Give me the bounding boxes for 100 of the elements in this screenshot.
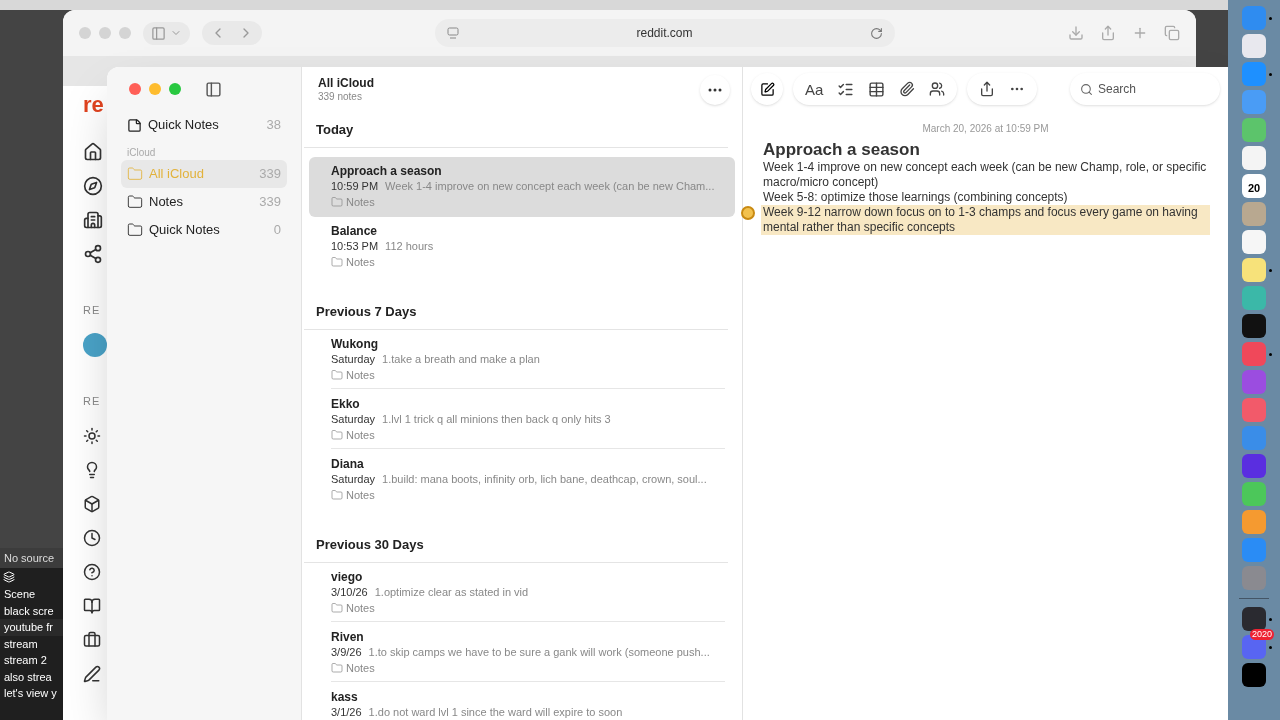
- app-icon[interactable]: [1242, 314, 1266, 338]
- download-icon[interactable]: [1068, 25, 1084, 41]
- scene-item[interactable]: stream: [4, 637, 38, 650]
- note-paragraph: Week 9-12 narrow down focus on to 1-3 champs and focus every game on having mental rather than specific concepts: [761, 205, 1210, 235]
- app-icon[interactable]: [1242, 607, 1266, 631]
- note-folder: Notes: [346, 601, 375, 616]
- collaborate-icon[interactable]: [929, 81, 946, 97]
- new-tab-icon[interactable]: [1132, 25, 1148, 41]
- note-preview: 112 hours: [385, 239, 434, 254]
- note-folder: Notes: [346, 488, 375, 503]
- scene-item[interactable]: also strea: [4, 670, 52, 683]
- close-button[interactable]: [79, 27, 91, 39]
- book-icon[interactable]: [83, 597, 101, 615]
- minimize-button[interactable]: [149, 83, 161, 95]
- folder-icon: [127, 194, 143, 210]
- address-bar[interactable]: reddit.com: [435, 19, 895, 47]
- note-row[interactable]: Approach a season 10:59 PM Week 1-4 improve on new concept each week (can be new Cham... Notes: [309, 157, 735, 217]
- note-title: Diana: [331, 456, 365, 472]
- share-icon[interactable]: [83, 244, 103, 264]
- pen-icon[interactable]: [83, 665, 101, 683]
- app-icon[interactable]: [1242, 146, 1266, 170]
- compose-icon: [759, 81, 775, 97]
- note-title: Wukong: [331, 336, 380, 352]
- help-icon[interactable]: [83, 563, 101, 581]
- briefcase-icon[interactable]: [83, 631, 101, 649]
- avatar-icon: [83, 332, 107, 357]
- app-icon[interactable]: 20: [1242, 174, 1266, 198]
- note-title: Ekko: [331, 396, 361, 412]
- compose-button[interactable]: [751, 73, 783, 105]
- note-row[interactable]: Riven 3/9/26 1.to skip camps we have to be sure a gank will work (someone push... Notes: [309, 623, 735, 683]
- minimize-button[interactable]: [99, 27, 111, 39]
- sidebar-item[interactable]: Quick Notes 38: [121, 111, 287, 139]
- note-folder: Notes: [346, 428, 375, 443]
- scene-item[interactable]: Scene: [4, 588, 36, 600]
- note-row[interactable]: kass 3/1/26 1.do not ward lvl 1 since the ward will expire to soon: [309, 683, 735, 720]
- status-text: No source: [0, 548, 63, 568]
- folder-icon: [331, 662, 343, 674]
- note-heading: Approach a season: [763, 140, 921, 160]
- folder-icon: [331, 602, 343, 614]
- section-label: RE: [83, 303, 101, 318]
- zoom-button[interactable]: [169, 83, 181, 95]
- note-date: 3/1/26: [331, 705, 362, 720]
- site-logo: re: [83, 94, 104, 116]
- section-label: RE: [83, 393, 101, 409]
- clock-icon[interactable]: [83, 529, 101, 547]
- format-button[interactable]: Aa: [805, 81, 824, 97]
- more-icon: [708, 87, 722, 92]
- more-button[interactable]: [700, 74, 730, 105]
- sidebar-icon[interactable]: [151, 25, 166, 41]
- scene-item[interactable]: let's view y: [4, 687, 57, 699]
- note-preview: 1.take a breath and make a plan: [382, 352, 540, 367]
- note-timestamp: March 20, 2026 at 10:59 PM: [921, 122, 1050, 136]
- note-folder: Notes: [346, 195, 375, 210]
- close-button[interactable]: [129, 83, 141, 95]
- notification-badge: 2020: [1250, 629, 1275, 640]
- folder-icon: [127, 222, 143, 238]
- building-icon[interactable]: [83, 210, 103, 230]
- note-title: viego: [331, 569, 364, 585]
- sidebar-toggle-icon[interactable]: [205, 80, 222, 98]
- attachment-icon[interactable]: [899, 81, 916, 97]
- note-row[interactable]: Wukong Saturday 1.take a breath and make a plan Notes: [309, 330, 735, 390]
- note-row[interactable]: Diana Saturday 1.build: mana boots, infinity orb, lich bane, deathcap, crown, soul... Notes: [309, 450, 735, 510]
- app-icon[interactable]: [1242, 34, 1266, 58]
- note-date: Saturday: [331, 472, 376, 487]
- app-icon[interactable]: [1242, 258, 1266, 282]
- note-preview: 1.lvl 1 trick q all minions then back q only hits 3: [382, 412, 611, 427]
- sidebar-item[interactable]: Notes 339: [121, 188, 287, 216]
- cube-icon[interactable]: [83, 495, 101, 513]
- note-folder: Notes: [346, 661, 375, 676]
- note-count: 339 notes: [318, 91, 363, 103]
- note-row[interactable]: Balance 10:53 PM 112 hours Notes: [309, 217, 735, 277]
- home-icon[interactable]: [83, 142, 103, 162]
- folder-icon: [331, 256, 343, 268]
- tabs-icon[interactable]: [1164, 25, 1180, 41]
- sun-icon[interactable]: [83, 427, 101, 445]
- note-row[interactable]: Ekko Saturday 1.lvl 1 trick q all minions then back q only hits 3 Notes: [309, 390, 735, 450]
- note-title: kass: [331, 689, 359, 705]
- section-heading: Today: [316, 120, 354, 139]
- scene-icon: [3, 571, 15, 583]
- share-icon[interactable]: [979, 81, 996, 97]
- note-preview: 1.to skip camps we have to be sure a gank will work (someone push...: [368, 645, 710, 660]
- zoom-button[interactable]: [119, 27, 131, 39]
- note-row[interactable]: viego 3/10/26 1.optimize clear as stated in vid Notes: [309, 563, 735, 623]
- note-preview: 1.do not ward lvl 1 since the ward will expire to soon: [368, 705, 623, 720]
- note-preview: 1.optimize clear as stated in vid: [374, 585, 529, 600]
- search-field[interactable]: Search: [1070, 73, 1220, 105]
- reload-icon[interactable]: [870, 26, 883, 40]
- note-date: Saturday: [331, 352, 376, 367]
- note-paragraph: Week 5-8: optimize those learnings (combining concepts): [763, 190, 1069, 205]
- table-icon[interactable]: [868, 80, 886, 98]
- scene-item[interactable]: stream 2: [4, 654, 47, 666]
- app-icon[interactable]: [1242, 230, 1266, 254]
- section-heading: Previous 30 Days: [316, 535, 424, 554]
- app-icon[interactable]: [1242, 663, 1266, 687]
- note-date: 10:59 PM: [331, 179, 379, 194]
- sidebar-item[interactable]: Quick Notes 0: [121, 216, 287, 244]
- section-heading: Previous 7 Days: [316, 302, 417, 321]
- note-icon: [127, 117, 142, 133]
- compass-icon[interactable]: [83, 176, 103, 196]
- scene-item[interactable]: black scre: [4, 604, 54, 617]
